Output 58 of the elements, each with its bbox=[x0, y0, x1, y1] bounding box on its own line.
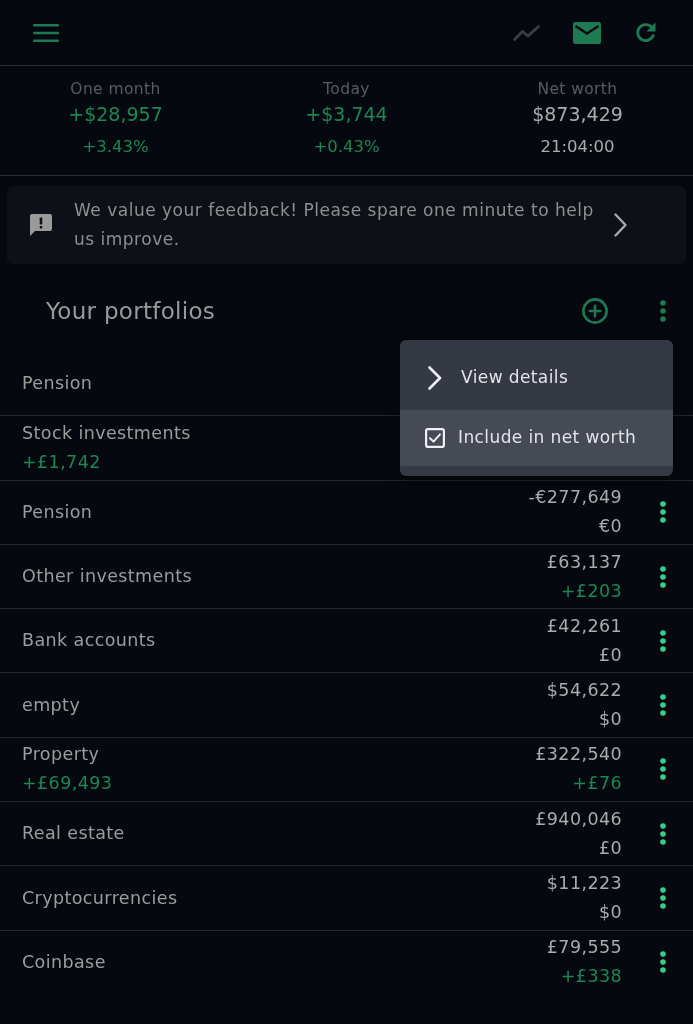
portfolio-change: +£76 bbox=[572, 772, 622, 796]
more-options-icon[interactable] bbox=[660, 501, 666, 524]
checkbox-icon[interactable] bbox=[425, 428, 445, 448]
summary-value: +$28,957 bbox=[68, 102, 163, 127]
more-options-icon[interactable] bbox=[660, 565, 666, 588]
summary-detail: +0.43% bbox=[313, 136, 380, 158]
feedback-message: We value your feedback! Please spare one minute to help us improve. bbox=[74, 199, 595, 251]
feedback-icon bbox=[30, 214, 52, 236]
portfolio-gain: +£1,742 bbox=[22, 450, 101, 474]
portfolio-name: Pension bbox=[22, 371, 93, 395]
portfolio-value: £322,540 bbox=[535, 743, 622, 767]
menu-item[interactable]: Include in net worth bbox=[400, 410, 673, 466]
portfolio-name: Coinbase bbox=[22, 950, 106, 974]
portfolio-name: Pension bbox=[22, 500, 93, 524]
portfolio-name: Bank accounts bbox=[22, 629, 156, 653]
portfolio-change: $0 bbox=[598, 708, 622, 732]
portfolio-value: $54,622 bbox=[546, 679, 622, 703]
menu-icon[interactable] bbox=[33, 23, 59, 42]
portfolio-name: Stock investments bbox=[22, 421, 191, 445]
portfolio-value: $11,223 bbox=[546, 872, 622, 895]
portfolio-value: £63,137 bbox=[546, 550, 622, 574]
portfolio-name: empty bbox=[22, 693, 81, 717]
chevron-right-icon bbox=[428, 366, 442, 390]
portfolio-value: -€277,649 bbox=[528, 486, 622, 510]
more-options-icon[interactable] bbox=[660, 822, 666, 845]
summary-detail: +3.43% bbox=[82, 136, 149, 158]
portfolio-change: +£338 bbox=[560, 965, 622, 989]
more-options-icon[interactable] bbox=[660, 694, 666, 717]
portfolio-change: €0 bbox=[598, 515, 622, 539]
more-options-icon[interactable] bbox=[660, 629, 666, 652]
feedback-banner[interactable]: We value your feedback! Please spare one minute to help us improve. bbox=[7, 186, 686, 264]
add-circle-icon[interactable] bbox=[582, 298, 608, 324]
menu-item[interactable]: View details bbox=[400, 346, 673, 410]
more-options-icon[interactable] bbox=[660, 758, 666, 781]
portfolio-change: +£203 bbox=[560, 579, 622, 603]
more-options-icon[interactable] bbox=[660, 951, 666, 974]
summary-label: One month bbox=[70, 79, 161, 100]
portfolio-change: £0 bbox=[598, 643, 622, 667]
portfolio-value: £940,046 bbox=[535, 807, 622, 831]
portfolio-name: Property bbox=[22, 743, 100, 767]
portfolio-name: Other investments bbox=[22, 565, 192, 589]
summary-label: Net worth bbox=[537, 79, 618, 100]
portfolio-gain: +£69,493 bbox=[22, 772, 113, 796]
refresh-icon[interactable] bbox=[634, 20, 658, 45]
summary-value: +$3,744 bbox=[305, 102, 388, 127]
portfolio-change: £0 bbox=[598, 836, 622, 860]
portfolio-name: Real estate bbox=[22, 822, 125, 846]
portfolio-change: $0 bbox=[598, 901, 622, 924]
chevron-right-icon[interactable] bbox=[614, 213, 627, 237]
portfolio-value: £79,555 bbox=[546, 936, 622, 960]
more-options-icon[interactable] bbox=[660, 887, 666, 909]
summary-value: $873,429 bbox=[532, 102, 623, 127]
mail-icon[interactable] bbox=[573, 21, 601, 44]
portfolio-name: Cryptocurrencies bbox=[22, 886, 178, 910]
section-title: Your portfolios bbox=[46, 297, 217, 326]
portfolio-value: £42,261 bbox=[546, 614, 622, 638]
summary-label: Today bbox=[323, 79, 370, 100]
summary-detail: 21:04:00 bbox=[540, 136, 615, 158]
